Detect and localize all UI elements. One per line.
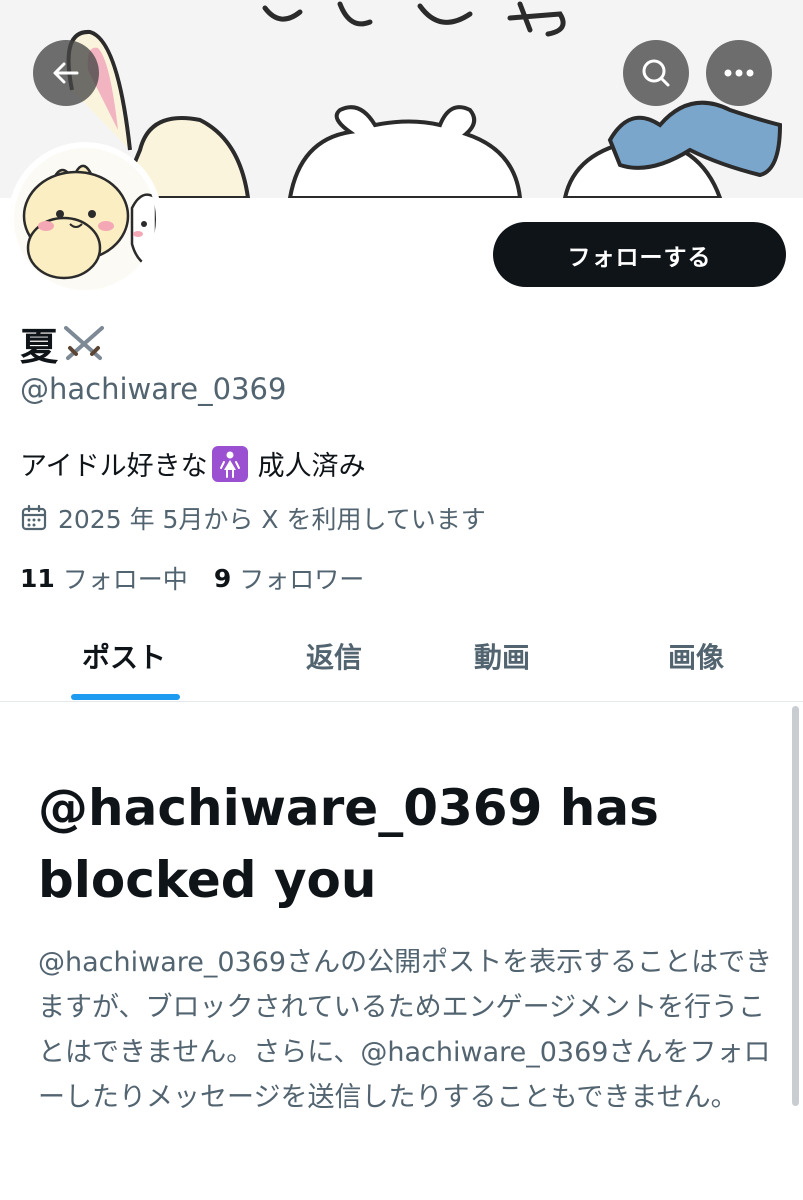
- crossed-swords-icon: [64, 325, 105, 360]
- follow-counts: 11 フォロー中 9 フォロワー: [20, 560, 390, 596]
- avatar[interactable]: [8, 142, 162, 296]
- more-button[interactable]: [706, 40, 772, 106]
- joined-text: 2025 年 5月から X を利用しています: [58, 505, 486, 534]
- bio-text-after: 成人済み: [257, 451, 366, 482]
- profile-tabs: ポスト 返信 動画 画像: [0, 610, 803, 702]
- more-horizontal-icon: [724, 69, 754, 77]
- profile-bio: アイドル好きな 成人済み: [20, 444, 366, 483]
- followers-label[interactable]: フォロワー: [239, 560, 364, 596]
- blocked-description: @hachiware_0369さんの公開ポストを表示することはできますが、ブロッ…: [38, 947, 773, 1113]
- active-tab-indicator: [71, 694, 180, 700]
- scrollbar[interactable]: [792, 706, 799, 1106]
- blocked-title: @hachiware_0369 has blocked you: [38, 779, 659, 909]
- follow-button[interactable]: フォローする: [493, 222, 786, 287]
- search-button[interactable]: [623, 40, 689, 106]
- joined-date: 2025 年 5月から X を利用しています: [20, 500, 486, 536]
- woman-symbol-icon: [211, 445, 248, 482]
- tab-videos[interactable]: 動画: [418, 610, 586, 702]
- profile-handle: @hachiware_0369: [20, 372, 287, 406]
- following-label[interactable]: フォロー中: [63, 560, 188, 596]
- arrow-left-icon: [53, 62, 79, 84]
- display-name: 夏: [20, 325, 59, 369]
- search-icon: [642, 59, 670, 87]
- tab-replies[interactable]: 返信: [250, 610, 418, 702]
- profile-name-row: 夏: [20, 316, 108, 371]
- back-button[interactable]: [33, 40, 99, 106]
- followers-count[interactable]: 9: [214, 564, 231, 593]
- avatar-illustration: [14, 148, 156, 290]
- following-count[interactable]: 11: [20, 564, 55, 593]
- calendar-icon: [21, 504, 47, 531]
- bio-text-before: アイドル好きな: [20, 451, 208, 482]
- tab-media[interactable]: 画像: [612, 610, 780, 702]
- tab-posts[interactable]: ポスト: [40, 610, 208, 702]
